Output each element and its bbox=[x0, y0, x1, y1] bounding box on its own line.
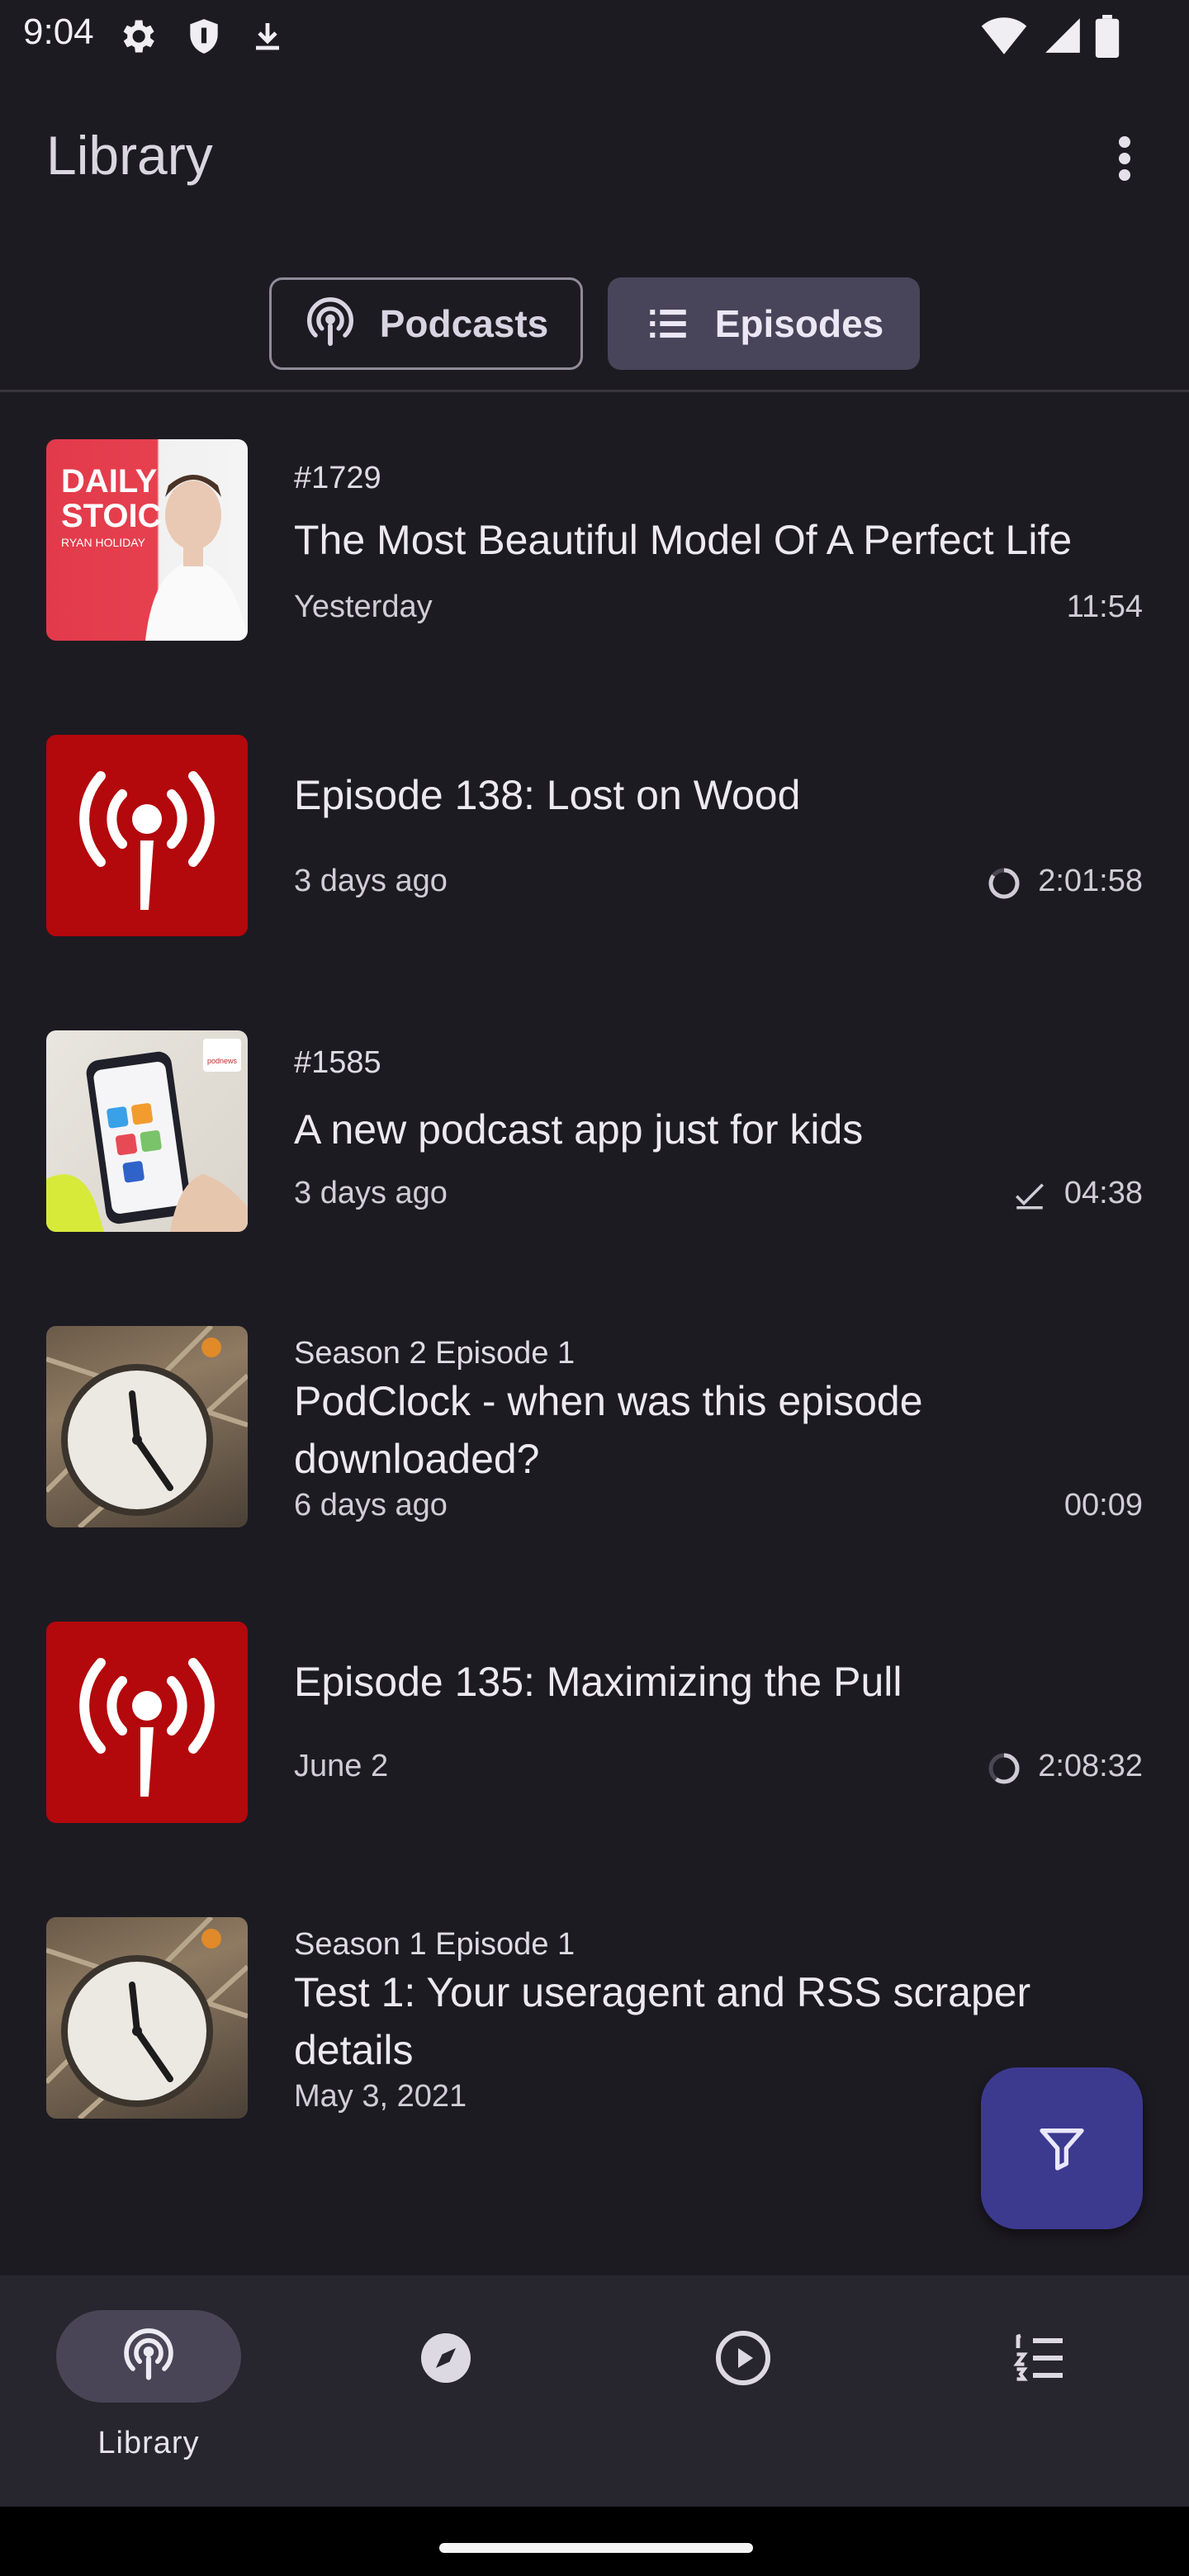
episode-duration: 00:09 bbox=[1063, 1488, 1143, 1522]
filter-icon bbox=[1040, 2129, 1084, 2171]
episode-date: May 3, 2021 bbox=[294, 2079, 467, 2114]
episode-date: 3 days ago bbox=[294, 864, 448, 898]
played-check-icon bbox=[1016, 1183, 1044, 1210]
episode-title: The Most Beautiful Model Of A Perfect Li… bbox=[294, 517, 1073, 563]
episode-row[interactable]: DAILY STOIC RYAN HOLIDAY #1729 The Most … bbox=[0, 429, 1189, 677]
queue-icon bbox=[1013, 2333, 1063, 2381]
svg-text:DAILY: DAILY bbox=[61, 463, 158, 500]
status-time: 9:04 bbox=[23, 12, 94, 52]
episode-duration: 11:54 bbox=[1066, 590, 1143, 624]
broadcast-icon bbox=[79, 1658, 215, 1797]
episode-number: Season 1 Episode 1 bbox=[294, 1927, 576, 1962]
nav-discover[interactable] bbox=[297, 2275, 594, 2507]
episode-artwork bbox=[46, 1622, 248, 1823]
svg-text:podnews: podnews bbox=[207, 1057, 238, 1065]
episode-artwork: DAILY STOIC RYAN HOLIDAY bbox=[46, 439, 248, 641]
tab-episodes-label: Episodes bbox=[714, 302, 884, 345]
more-options-button[interactable] bbox=[1106, 132, 1143, 192]
episode-title: Test 1: Your useragent and RSS scraper d… bbox=[294, 1969, 1031, 2073]
episode-artwork bbox=[46, 1326, 248, 1527]
more-vert-icon bbox=[1119, 136, 1130, 148]
wifi-icon bbox=[981, 17, 1027, 54]
tab-podcasts[interactable]: Podcasts bbox=[269, 277, 583, 370]
episode-date: June 2 bbox=[294, 1749, 389, 1783]
episode-title: Episode 135: Maximizing the Pull bbox=[294, 1659, 902, 1705]
episode-row[interactable]: podnews #1585 A new podcast app just for… bbox=[0, 1020, 1189, 1268]
nav-player[interactable] bbox=[594, 2275, 892, 2507]
episode-artwork bbox=[46, 1917, 248, 2119]
tab-episodes[interactable]: Episodes bbox=[608, 277, 920, 370]
podcast-icon bbox=[306, 297, 353, 346]
episode-row[interactable]: Episode 135: Maximizing the Pull June 2 … bbox=[0, 1612, 1189, 1859]
episode-title: Episode 138: Lost on Wood bbox=[294, 772, 801, 818]
svg-text:STOIC: STOIC bbox=[61, 498, 162, 534]
episode-artwork: podnews bbox=[46, 1030, 248, 1232]
episode-date: Yesterday bbox=[294, 590, 433, 624]
episode-number: Season 2 Episode 1 bbox=[294, 1336, 576, 1371]
episode-date: 3 days ago bbox=[294, 1176, 448, 1210]
daily-stoic-artwork: DAILY STOIC RYAN HOLIDAY bbox=[61, 463, 248, 641]
podnews-artwork: podnews bbox=[46, 1039, 248, 1232]
download-icon bbox=[256, 23, 279, 50]
episode-number: #1729 bbox=[294, 461, 381, 495]
podcast-icon bbox=[124, 2328, 173, 2380]
nav-library-label: Library bbox=[97, 2426, 200, 2460]
episode-row[interactable]: Season 2 Episode 1 PodClock - when was t… bbox=[0, 1316, 1189, 1564]
status-bar: 9:04 bbox=[0, 0, 1189, 73]
bottom-navigation: Library bbox=[0, 2275, 1189, 2507]
svg-text:RYAN HOLIDAY: RYAN HOLIDAY bbox=[61, 536, 146, 549]
cell-signal-icon bbox=[1045, 18, 1080, 53]
tab-podcasts-label: Podcasts bbox=[379, 302, 549, 345]
episode-number: #1585 bbox=[294, 1045, 381, 1080]
episode-date: 6 days ago bbox=[294, 1488, 448, 1522]
play-circle-icon bbox=[716, 2331, 770, 2385]
episode-duration: 2:01:58 bbox=[1038, 864, 1143, 898]
gesture-area bbox=[0, 2507, 1189, 2576]
divider bbox=[0, 390, 1189, 392]
page-title: Library bbox=[46, 125, 213, 186]
battery-icon bbox=[1095, 15, 1120, 58]
episode-title: A new podcast app just for kids bbox=[294, 1106, 864, 1153]
gesture-handle[interactable] bbox=[439, 2543, 753, 2553]
clock-artwork bbox=[46, 1917, 248, 2119]
broadcast-icon bbox=[79, 771, 215, 910]
episode-duration: 2:08:32 bbox=[1038, 1749, 1143, 1783]
shield-icon bbox=[190, 19, 218, 54]
nav-queue[interactable] bbox=[892, 2275, 1189, 2507]
progress-ring-icon bbox=[988, 868, 1020, 899]
nav-library[interactable]: Library bbox=[0, 2275, 297, 2507]
episode-row[interactable]: Episode 138: Lost on Wood 3 days ago 2:0… bbox=[0, 725, 1189, 973]
clock-artwork bbox=[46, 1326, 248, 1527]
filter-button[interactable] bbox=[981, 2067, 1143, 2229]
settings-icon bbox=[123, 20, 154, 53]
episode-title: PodClock - when was this episode downloa… bbox=[294, 1378, 923, 1482]
list-icon bbox=[649, 310, 686, 338]
episode-duration: 04:38 bbox=[1063, 1176, 1143, 1210]
episode-artwork bbox=[46, 735, 248, 936]
progress-ring-icon bbox=[988, 1753, 1020, 1784]
compass-icon bbox=[421, 2333, 471, 2383]
